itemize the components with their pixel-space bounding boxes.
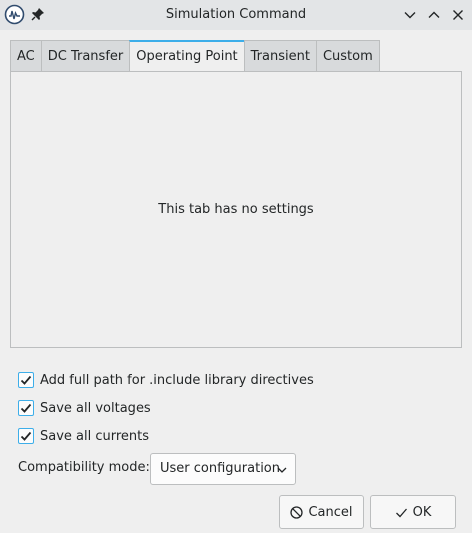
tab-transient[interactable]: Transient [243,40,316,72]
compatibility-mode-label: Compatibility mode: [18,460,150,475]
close-icon[interactable] [450,7,466,23]
check-icon [20,375,32,385]
ok-button-label: OK [412,504,432,520]
compatibility-mode-value: User configuration [160,461,280,476]
cancel-button-label: Cancel [308,504,353,520]
tab-bar: AC DC Transfer Operating Point Transient… [10,40,380,72]
option-label: Save all voltages [40,400,151,416]
maximize-chevron-up-icon[interactable] [426,7,442,23]
option-label: Save all currents [40,428,150,444]
option-full-path-include[interactable]: Add full path for .include library direc… [18,371,314,389]
check-icon [20,403,32,413]
option-save-all-voltages[interactable]: Save all voltages [18,399,151,417]
no-settings-message: This tab has no settings [158,202,314,217]
tab-panel: This tab has no settings [10,71,462,348]
minimize-chevron-down-icon[interactable] [402,7,418,23]
tab-dc-transfer[interactable]: DC Transfer [40,40,130,72]
simulation-command-dialog: Simulation Command AC DC Transfer Operat… [0,0,472,533]
ok-button[interactable]: OK [370,495,456,529]
tab-custom[interactable]: Custom [315,40,380,72]
option-save-all-currents[interactable]: Save all currents [18,427,149,445]
chevron-down-icon [277,467,287,473]
checkmark-icon [395,506,408,519]
compatibility-mode-select[interactable]: User configuration [150,453,296,485]
cancel-icon [290,505,304,519]
checkbox-full-path-include[interactable] [18,372,34,388]
checkbox-save-all-voltages[interactable] [18,400,34,416]
tab-operating-point[interactable]: Operating Point [129,40,244,72]
cancel-button[interactable]: Cancel [279,495,364,529]
title-bar: Simulation Command [0,0,472,30]
option-label: Add full path for .include library direc… [40,372,314,388]
checkbox-save-all-currents[interactable] [18,428,34,444]
tab-ac[interactable]: AC [10,40,41,72]
check-icon [20,431,32,441]
